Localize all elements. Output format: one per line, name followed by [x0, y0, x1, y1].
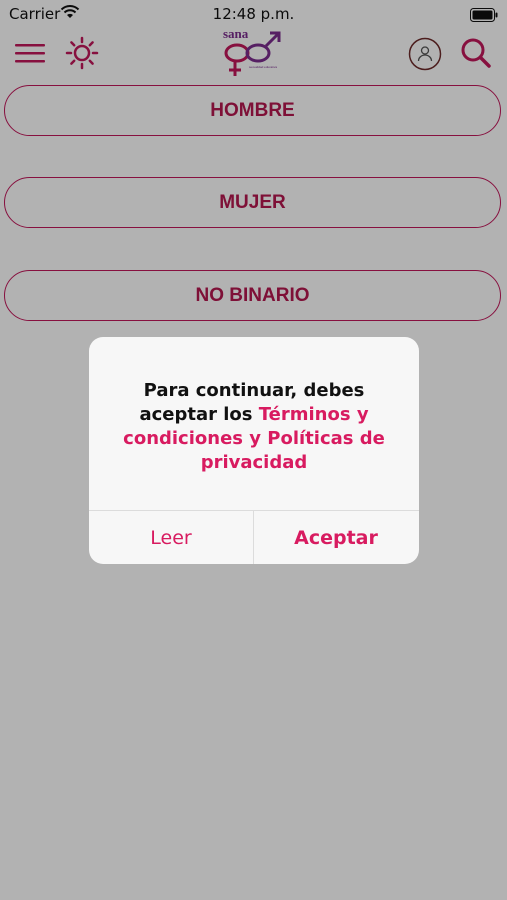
read-button[interactable]: Leer [89, 511, 253, 564]
dialog-message: Para continuar, debes aceptar los Términ… [109, 379, 399, 475]
accept-button[interactable]: Aceptar [254, 511, 418, 564]
terms-alert-dialog: Para continuar, debes aceptar los Términ… [89, 337, 419, 564]
